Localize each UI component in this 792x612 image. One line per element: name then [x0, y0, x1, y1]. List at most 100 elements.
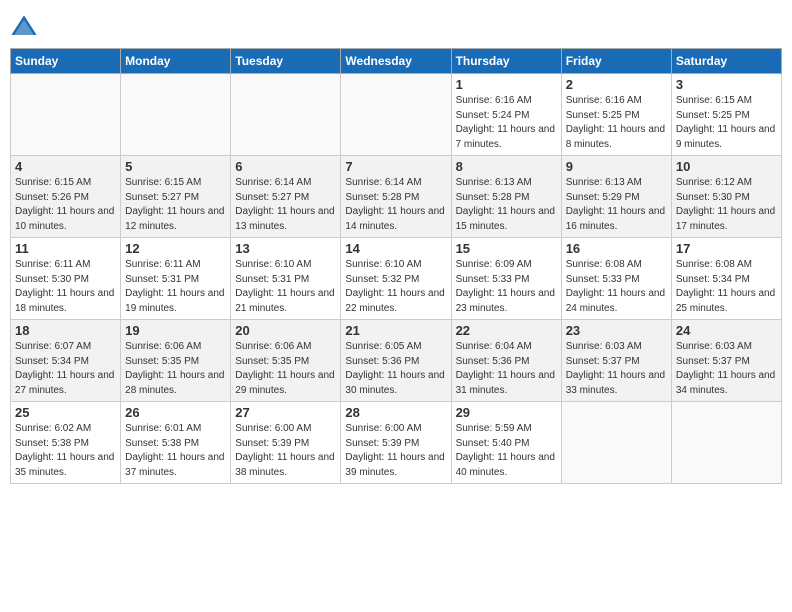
sun-info: Sunrise: 6:05 AMSunset: 5:36 PMDaylight:… [345, 340, 446, 398]
sun-info: Sunrise: 5:59 AMSunset: 5:40 PMDaylight:… [456, 422, 557, 480]
day-number: 1 [456, 77, 557, 92]
sun-info: Sunrise: 6:07 AMSunset: 5:34 PMDaylight:… [15, 340, 116, 398]
day-number: 18 [15, 323, 116, 338]
calendar-cell: 14Sunrise: 6:10 AMSunset: 5:32 PMDayligh… [341, 238, 451, 320]
calendar-week-3: 18 Sunrise: 6:07 AMSunset: 5:34 PMDayligh… [11, 320, 782, 402]
calendar-cell [231, 74, 341, 156]
calendar-header-row: SundayMondayTuesdayWednesdayThursdayFrid… [11, 49, 782, 74]
sun-info: Sunrise: 6:06 AMSunset: 5:35 PMDaylight:… [125, 340, 226, 398]
sun-info: Sunrise: 6:09 AMSunset: 5:33 PMDaylight:… [456, 258, 557, 316]
logo-icon [10, 14, 38, 42]
day-number: 25 [15, 405, 116, 420]
day-number: 2 [566, 77, 667, 92]
page-header [10, 10, 782, 42]
day-number: 5 [125, 159, 226, 174]
day-number: 6 [235, 159, 336, 174]
header-thursday: Thursday [451, 49, 561, 74]
header-friday: Friday [561, 49, 671, 74]
day-number: 14 [345, 241, 446, 256]
calendar-cell: 8Sunrise: 6:13 AMSunset: 5:28 PMDaylight… [451, 156, 561, 238]
calendar-week-0: 1 Sunrise: 6:16 AMSunset: 5:24 PMDaylight… [11, 74, 782, 156]
day-number: 27 [235, 405, 336, 420]
sun-info: Sunrise: 6:16 AMSunset: 5:25 PMDaylight:… [566, 94, 667, 152]
calendar-cell: 11 Sunrise: 6:11 AMSunset: 5:30 PMDayligh… [11, 238, 121, 320]
day-number: 15 [456, 241, 557, 256]
calendar-cell: 25 Sunrise: 6:02 AMSunset: 5:38 PMDayligh… [11, 402, 121, 484]
day-number: 16 [566, 241, 667, 256]
sun-info: Sunrise: 6:15 AMSunset: 5:27 PMDaylight:… [125, 176, 226, 234]
sun-info: Sunrise: 6:12 AMSunset: 5:30 PMDaylight:… [676, 176, 777, 234]
sun-info: Sunrise: 6:15 AMSunset: 5:25 PMDaylight:… [676, 94, 777, 152]
calendar-table: SundayMondayTuesdayWednesdayThursdayFrid… [10, 48, 782, 484]
header-saturday: Saturday [671, 49, 781, 74]
sun-info: Sunrise: 6:15 AMSunset: 5:26 PMDaylight:… [15, 176, 116, 234]
calendar-cell [561, 402, 671, 484]
calendar-cell: 16 Sunrise: 6:08 AMSunset: 5:33 PMDayligh… [561, 238, 671, 320]
sun-info: Sunrise: 6:03 AMSunset: 5:37 PMDaylight:… [676, 340, 777, 398]
calendar-cell [121, 74, 231, 156]
sun-info: Sunrise: 6:11 AMSunset: 5:30 PMDaylight:… [15, 258, 116, 316]
sun-info: Sunrise: 6:13 AMSunset: 5:29 PMDaylight:… [566, 176, 667, 234]
calendar-cell: 22 Sunrise: 6:04 AMSunset: 5:36 PMDayligh… [451, 320, 561, 402]
day-number: 7 [345, 159, 446, 174]
calendar-cell: 7 Sunrise: 6:14 AMSunset: 5:28 PMDaylight… [341, 156, 451, 238]
sun-info: Sunrise: 6:04 AMSunset: 5:36 PMDaylight:… [456, 340, 557, 398]
calendar-cell: 2 Sunrise: 6:16 AMSunset: 5:25 PMDaylight… [561, 74, 671, 156]
day-number: 29 [456, 405, 557, 420]
sun-info: Sunrise: 6:08 AMSunset: 5:33 PMDaylight:… [566, 258, 667, 316]
calendar-cell: 5 Sunrise: 6:15 AMSunset: 5:27 PMDaylight… [121, 156, 231, 238]
calendar-cell [11, 74, 121, 156]
sun-info: Sunrise: 6:08 AMSunset: 5:34 PMDaylight:… [676, 258, 777, 316]
calendar-cell [671, 402, 781, 484]
calendar-cell: 24 Sunrise: 6:03 AMSunset: 5:37 PMDayligh… [671, 320, 781, 402]
calendar-cell: 27 Sunrise: 6:00 AMSunset: 5:39 PMDayligh… [231, 402, 341, 484]
calendar-cell: 28 Sunrise: 6:00 AMSunset: 5:39 PMDayligh… [341, 402, 451, 484]
day-number: 4 [15, 159, 116, 174]
calendar-cell: 6 Sunrise: 6:14 AMSunset: 5:27 PMDaylight… [231, 156, 341, 238]
calendar-cell: 3Sunrise: 6:15 AMSunset: 5:25 PMDaylight… [671, 74, 781, 156]
calendar-week-2: 11 Sunrise: 6:11 AMSunset: 5:30 PMDayligh… [11, 238, 782, 320]
day-number: 12 [125, 241, 226, 256]
calendar-cell: 26 Sunrise: 6:01 AMSunset: 5:38 PMDayligh… [121, 402, 231, 484]
calendar-cell: 15 Sunrise: 6:09 AMSunset: 5:33 PMDayligh… [451, 238, 561, 320]
calendar-cell [341, 74, 451, 156]
calendar-week-4: 25 Sunrise: 6:02 AMSunset: 5:38 PMDayligh… [11, 402, 782, 484]
sun-info: Sunrise: 6:00 AMSunset: 5:39 PMDaylight:… [235, 422, 336, 480]
day-number: 11 [15, 241, 116, 256]
calendar-cell: 18 Sunrise: 6:07 AMSunset: 5:34 PMDayligh… [11, 320, 121, 402]
calendar-cell: 29 Sunrise: 5:59 AMSunset: 5:40 PMDayligh… [451, 402, 561, 484]
sun-info: Sunrise: 6:02 AMSunset: 5:38 PMDaylight:… [15, 422, 116, 480]
day-number: 28 [345, 405, 446, 420]
sun-info: Sunrise: 6:13 AMSunset: 5:28 PMDaylight:… [456, 176, 557, 234]
sun-info: Sunrise: 6:10 AMSunset: 5:31 PMDaylight:… [235, 258, 336, 316]
day-number: 10 [676, 159, 777, 174]
day-number: 26 [125, 405, 226, 420]
calendar-cell: 1 Sunrise: 6:16 AMSunset: 5:24 PMDaylight… [451, 74, 561, 156]
calendar-week-1: 4 Sunrise: 6:15 AMSunset: 5:26 PMDaylight… [11, 156, 782, 238]
calendar-cell: 23Sunrise: 6:03 AMSunset: 5:37 PMDayligh… [561, 320, 671, 402]
header-wednesday: Wednesday [341, 49, 451, 74]
day-number: 13 [235, 241, 336, 256]
sun-info: Sunrise: 6:14 AMSunset: 5:27 PMDaylight:… [235, 176, 336, 234]
day-number: 21 [345, 323, 446, 338]
logo [10, 14, 42, 42]
sun-info: Sunrise: 6:11 AMSunset: 5:31 PMDaylight:… [125, 258, 226, 316]
calendar-cell: 4 Sunrise: 6:15 AMSunset: 5:26 PMDaylight… [11, 156, 121, 238]
day-number: 22 [456, 323, 557, 338]
calendar-cell: 10 Sunrise: 6:12 AMSunset: 5:30 PMDayligh… [671, 156, 781, 238]
sun-info: Sunrise: 6:00 AMSunset: 5:39 PMDaylight:… [345, 422, 446, 480]
sun-info: Sunrise: 6:06 AMSunset: 5:35 PMDaylight:… [235, 340, 336, 398]
calendar-cell: 13 Sunrise: 6:10 AMSunset: 5:31 PMDayligh… [231, 238, 341, 320]
calendar-cell: 19 Sunrise: 6:06 AMSunset: 5:35 PMDayligh… [121, 320, 231, 402]
sun-info: Sunrise: 6:16 AMSunset: 5:24 PMDaylight:… [456, 94, 557, 152]
sun-info: Sunrise: 6:14 AMSunset: 5:28 PMDaylight:… [345, 176, 446, 234]
day-number: 17 [676, 241, 777, 256]
day-number: 9 [566, 159, 667, 174]
sun-info: Sunrise: 6:01 AMSunset: 5:38 PMDaylight:… [125, 422, 226, 480]
day-number: 19 [125, 323, 226, 338]
calendar-cell: 20Sunrise: 6:06 AMSunset: 5:35 PMDayligh… [231, 320, 341, 402]
calendar-cell: 9 Sunrise: 6:13 AMSunset: 5:29 PMDaylight… [561, 156, 671, 238]
sun-info: Sunrise: 6:03 AMSunset: 5:37 PMDaylight:… [566, 340, 667, 398]
header-monday: Monday [121, 49, 231, 74]
day-number: 24 [676, 323, 777, 338]
